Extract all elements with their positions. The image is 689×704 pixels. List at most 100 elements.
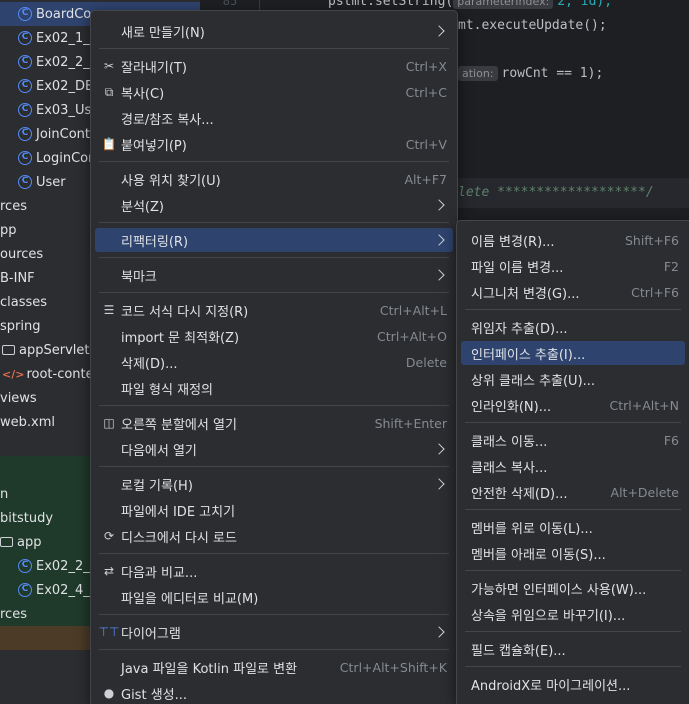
submenu-item-extract-delegate[interactable]: 위임자 추출(D)...: [461, 315, 685, 339]
submenu-item-extract-superclass[interactable]: 상위 클래스 추출(U)...: [461, 367, 685, 391]
chevron-right-icon: [433, 478, 445, 490]
tree-item-label: bitstudy: [0, 510, 54, 526]
menu-item-open-in[interactable]: 다음에서 열기: [95, 437, 453, 461]
chevron-right-icon: [433, 234, 445, 246]
menu-item-create-gist[interactable]: ● Gist 생성...: [95, 681, 453, 704]
chevron-right-icon: [433, 269, 445, 281]
line-number: 85: [222, 0, 238, 8]
submenu-item-rename[interactable]: 이름 변경(R)... Shift+F6: [461, 228, 685, 252]
tree-item-label: spring: [0, 318, 41, 334]
menu-separator: [465, 666, 681, 667]
menu-item-paste[interactable]: 📋 붙여넣기(P) Ctrl+V: [95, 132, 453, 156]
menu-item-refactor[interactable]: 리팩터링(R): [95, 228, 453, 252]
menu-item-reload-from-disk[interactable]: ⟳ 디스크에서 다시 로드: [95, 524, 453, 548]
submenu-item-migrate-androidx[interactable]: AndroidX로 마이그레이션...: [461, 672, 685, 696]
menu-item-new[interactable]: 새로 만들기(N): [95, 19, 453, 43]
menu-item-find-usages[interactable]: 사용 위치 찾기(U) Alt+F7: [95, 167, 453, 191]
menu-separator: [99, 222, 449, 223]
submenu-item-encapsulate-fields[interactable]: 필드 캡슐화(E)...: [461, 637, 685, 661]
menu-separator: [99, 292, 449, 293]
class-icon: C: [18, 103, 32, 117]
menu-item-copy[interactable]: ⧉ 복사(C) Ctrl+C: [95, 80, 453, 104]
menu-separator: [99, 48, 449, 49]
menu-item-convert-to-kotlin[interactable]: Java 파일을 Kotlin 파일로 변환 Ctrl+Alt+Shift+K: [95, 655, 453, 679]
tree-item-label: JoinCont: [36, 126, 91, 142]
tree-item-label: pp: [0, 222, 17, 238]
code-line-1: pstmt.setString(parameterIndex: 2, id);: [328, 0, 612, 9]
tree-item-label: n: [0, 486, 9, 502]
menu-item-compare-with[interactable]: ⇄ 다음과 비교...: [95, 559, 453, 583]
submenu-item-replace-inheritance[interactable]: 상속을 위임으로 바꾸기(I)...: [461, 602, 685, 626]
compare-icon: ⇄: [103, 564, 115, 578]
tree-item-label: classes: [0, 294, 48, 310]
chevron-right-icon: [433, 626, 445, 638]
menu-item-reformat-code[interactable]: ☰ 코드 서식 다시 지정(R) Ctrl+Alt+L: [95, 298, 453, 322]
menu-item-diagrams[interactable]: ⊤⊤ 다이어그램: [95, 620, 453, 644]
menu-item-compare-editor[interactable]: 파일을 에디터로 비교(M): [95, 585, 453, 609]
submenu-item-use-interface[interactable]: 가능하면 인터페이스 사용(W)...: [461, 576, 685, 600]
menu-item-cut[interactable]: ✂ 잘라내기(T) Ctrl+X: [95, 54, 453, 78]
reload-icon: ⟳: [103, 529, 115, 543]
menu-item-override-file-type[interactable]: 파일 형식 재정의: [95, 376, 453, 400]
copy-icon: ⧉: [104, 84, 114, 99]
menu-separator: [99, 553, 449, 554]
tree-item-label: appServlet: [19, 342, 90, 358]
class-icon: C: [18, 151, 32, 165]
tree-item-label: app: [17, 534, 42, 550]
menu-item-copy-path[interactable]: 경로/참조 복사...: [95, 106, 453, 130]
menu-item-fix-ide[interactable]: 파일에서 IDE 고치기: [95, 498, 453, 522]
menu-item-local-history[interactable]: 로컬 기록(H): [95, 472, 453, 496]
tree-item-label: Ex02_DB: [36, 78, 94, 94]
submenu-item-move-class[interactable]: 클래스 이동... F6: [461, 428, 685, 452]
chevron-right-icon: [433, 199, 445, 211]
submenu-item-change-signature[interactable]: 시그니처 변경(G)... Ctrl+F6: [461, 280, 685, 304]
menu-item-analyze[interactable]: 분석(Z): [95, 193, 453, 217]
tree-item-label: rces: [0, 606, 27, 622]
class-icon: C: [18, 175, 32, 189]
menu-item-delete[interactable]: 삭제(D)... Delete: [95, 350, 453, 374]
parameter-hint: parameterIndex:: [453, 0, 554, 9]
menu-item-bookmarks[interactable]: 북마크: [95, 263, 453, 287]
class-icon: C: [18, 55, 32, 69]
menu-separator: [99, 257, 449, 258]
tree-item-label: LoginCon: [36, 150, 97, 166]
class-icon: C: [18, 583, 32, 597]
menu-separator: [99, 466, 449, 467]
code-comment: lete *******************/: [458, 185, 654, 200]
menu-separator: [465, 422, 681, 423]
code-text: rowCnt == 1);: [501, 66, 604, 81]
tree-item-label: Ex03_Us: [36, 102, 92, 118]
submenu-item-extract-interface[interactable]: 인터페이스 추출(I)...: [461, 341, 685, 365]
class-icon: C: [18, 79, 32, 93]
tree-item-label: ources: [0, 246, 44, 262]
menu-separator: [99, 161, 449, 162]
menu-separator: [99, 649, 449, 650]
menu-item-open-right-split[interactable]: ◫ 오른쪽 분할에서 열기 Shift+Enter: [95, 411, 453, 435]
submenu-item-rename-file[interactable]: 파일 이름 변경... F2: [461, 254, 685, 278]
class-icon: C: [18, 7, 32, 21]
tree-item-label: User: [36, 174, 66, 190]
paste-icon: 📋: [101, 137, 117, 151]
submenu-item-pull-members-up[interactable]: 멤버를 위로 이동(L)...: [461, 515, 685, 539]
menu-separator: [465, 309, 681, 310]
submenu-item-push-members-down[interactable]: 멤버를 아래로 이동(S)...: [461, 541, 685, 565]
menu-separator: [99, 405, 449, 406]
parameter-hint: ation:: [458, 66, 498, 81]
submenu-item-inline[interactable]: 인라인화(N)... Ctrl+Alt+N: [461, 393, 685, 417]
split-icon: ◫: [103, 416, 115, 430]
code-line-3: ation: rowCnt == 1);: [458, 66, 603, 81]
class-icon: C: [18, 127, 32, 141]
class-icon: C: [18, 559, 32, 573]
submenu-item-copy-class[interactable]: 클래스 복사...: [461, 454, 685, 478]
class-icon: C: [18, 31, 32, 45]
menu-separator: [465, 509, 681, 510]
menu-separator: [99, 614, 449, 615]
xml-icon: </>: [2, 367, 25, 381]
context-menu: 새로 만들기(N) ✂ 잘라내기(T) Ctrl+X ⧉ 복사(C) Ctrl+C 경로…: [90, 10, 458, 704]
submenu-item-safe-delete[interactable]: 안전한 삭제(D)... Alt+Delete: [461, 480, 685, 504]
tree-item-label: B-INF: [0, 270, 35, 286]
menu-item-optimize-imports[interactable]: import 문 최적화(Z) Ctrl+Alt+O: [95, 324, 453, 348]
code-text: 2, id);: [557, 0, 613, 9]
reformat-icon: ☰: [103, 303, 115, 317]
tree-item-label: views: [0, 390, 37, 406]
